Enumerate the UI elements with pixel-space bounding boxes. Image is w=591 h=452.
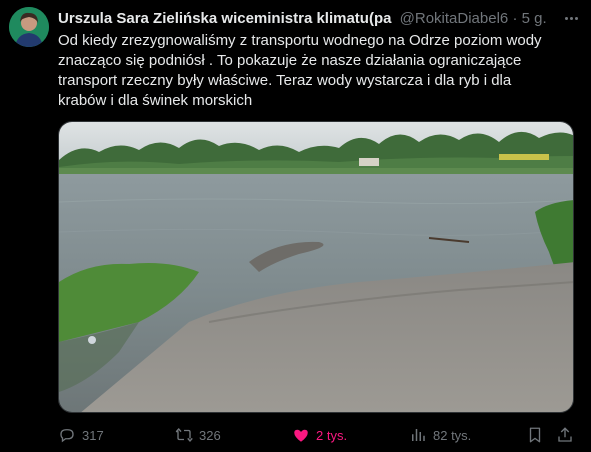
display-name[interactable]: Urszula Sara Zielińska wiceministra klim… (58, 10, 391, 27)
repost-count: 326 (199, 427, 221, 443)
repost-icon (175, 427, 193, 443)
like-count: 2 tys. (316, 427, 348, 443)
tweet-text-line: transport rzeczny były właściwe. Teraz w… (58, 72, 512, 89)
bookmark-icon (529, 427, 541, 443)
views-icon (412, 429, 425, 441)
tweet[interactable]: Urszula Sara Zielińska wiceministra klim… (0, 0, 591, 452)
tweet-header: Urszula Sara Zielińska wiceministra klim… (58, 9, 583, 29)
reply-icon (60, 429, 74, 443)
bookmark-button[interactable] (526, 424, 544, 446)
reply-count: 317 (82, 427, 104, 443)
tweet-text-line: Od kiedy zrezygnowaliśmy z transportu wo… (58, 32, 542, 49)
like-button[interactable]: 2 tys. (292, 424, 347, 446)
tweet-text: Od kiedy zrezygnowaliśmy z transportu wo… (58, 31, 558, 111)
handle[interactable]: @RokitaDiabel6 (400, 10, 509, 27)
share-button[interactable] (556, 424, 574, 446)
separator-dot: · (512, 10, 518, 27)
views-button[interactable]: 82 tys. (409, 424, 471, 446)
repost-button[interactable]: 326 (175, 424, 221, 446)
heart-icon (294, 429, 308, 442)
share-icon (558, 427, 572, 442)
views-count: 82 tys. (433, 427, 472, 443)
tweet-text-line: znacząco się podniósł . To pokazuje że n… (58, 52, 522, 69)
avatar[interactable] (9, 7, 49, 47)
timestamp[interactable]: 5 g. (522, 10, 547, 27)
action-bar: 317 326 2 tys. 82 tys. (58, 424, 578, 446)
tweet-text-line: krabów i dla świnek morskich (58, 92, 253, 109)
more-icon[interactable] (561, 8, 581, 28)
tweet-photo[interactable] (58, 121, 574, 413)
reply-button[interactable]: 317 (58, 424, 104, 446)
